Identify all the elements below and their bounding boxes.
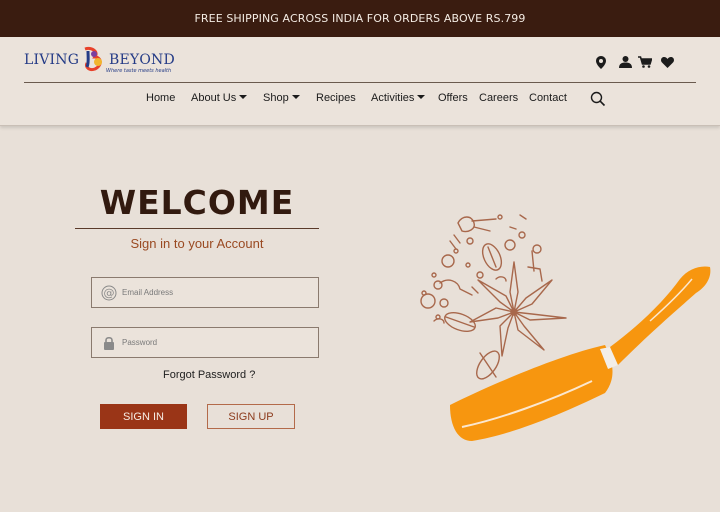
sign-up-button[interactable]: SIGN UP <box>207 404 295 429</box>
nav-shop[interactable]: Shop <box>263 92 300 104</box>
brand-name-left: LIVING <box>24 52 80 68</box>
chevron-down-icon <box>291 95 300 99</box>
title-divider <box>75 228 319 229</box>
header-icons <box>594 55 674 69</box>
header-divider <box>24 82 696 83</box>
chevron-down-icon <box>239 95 248 99</box>
spices-pan-illustration <box>420 214 711 441</box>
nav-contact[interactable]: Contact <box>529 92 567 104</box>
at-sign-icon: @ <box>100 284 118 302</box>
email-input[interactable] <box>122 288 312 297</box>
email-field[interactable]: @ <box>91 277 319 308</box>
search-icon[interactable] <box>590 91 606 107</box>
forgot-password-link[interactable]: Forgot Password ? <box>163 369 255 381</box>
login-subtitle: Sign in to your Account <box>130 236 264 251</box>
lock-icon <box>100 334 118 352</box>
brand-mark-icon <box>84 47 102 71</box>
nav-about-us[interactable]: About Us <box>191 92 248 104</box>
brand-tagline: Where taste meets health <box>106 68 172 74</box>
heart-icon[interactable] <box>660 55 674 69</box>
brand-logo[interactable]: LIVING BEYOND Where taste meets health <box>24 45 184 77</box>
location-icon[interactable] <box>594 55 608 69</box>
brand-name-right: BEYOND <box>109 52 175 68</box>
nav-activities[interactable]: Activities <box>371 92 426 104</box>
password-field[interactable] <box>91 327 319 358</box>
page-title: WELCOME <box>99 183 295 222</box>
chevron-down-icon <box>417 95 426 99</box>
svg-text:@: @ <box>104 286 115 299</box>
user-icon[interactable] <box>618 55 632 69</box>
nav-careers[interactable]: Careers <box>479 92 518 104</box>
nav-recipes[interactable]: Recipes <box>316 92 356 104</box>
cart-icon[interactable] <box>638 55 652 69</box>
spices-icon <box>420 214 567 380</box>
promo-banner: FREE SHIPPING ACROSS INDIA FOR ORDERS AB… <box>0 0 720 37</box>
main-nav: Home About Us Shop Recipes Activities Of… <box>0 91 720 110</box>
site-header: LIVING BEYOND Where taste meets health H… <box>0 37 720 126</box>
sign-in-button[interactable]: SIGN IN <box>100 404 187 429</box>
promo-text: FREE SHIPPING ACROSS INDIA FOR ORDERS AB… <box>194 12 526 25</box>
nav-offers[interactable]: Offers <box>438 92 468 104</box>
nav-home[interactable]: Home <box>146 92 175 104</box>
password-input[interactable] <box>122 338 312 347</box>
